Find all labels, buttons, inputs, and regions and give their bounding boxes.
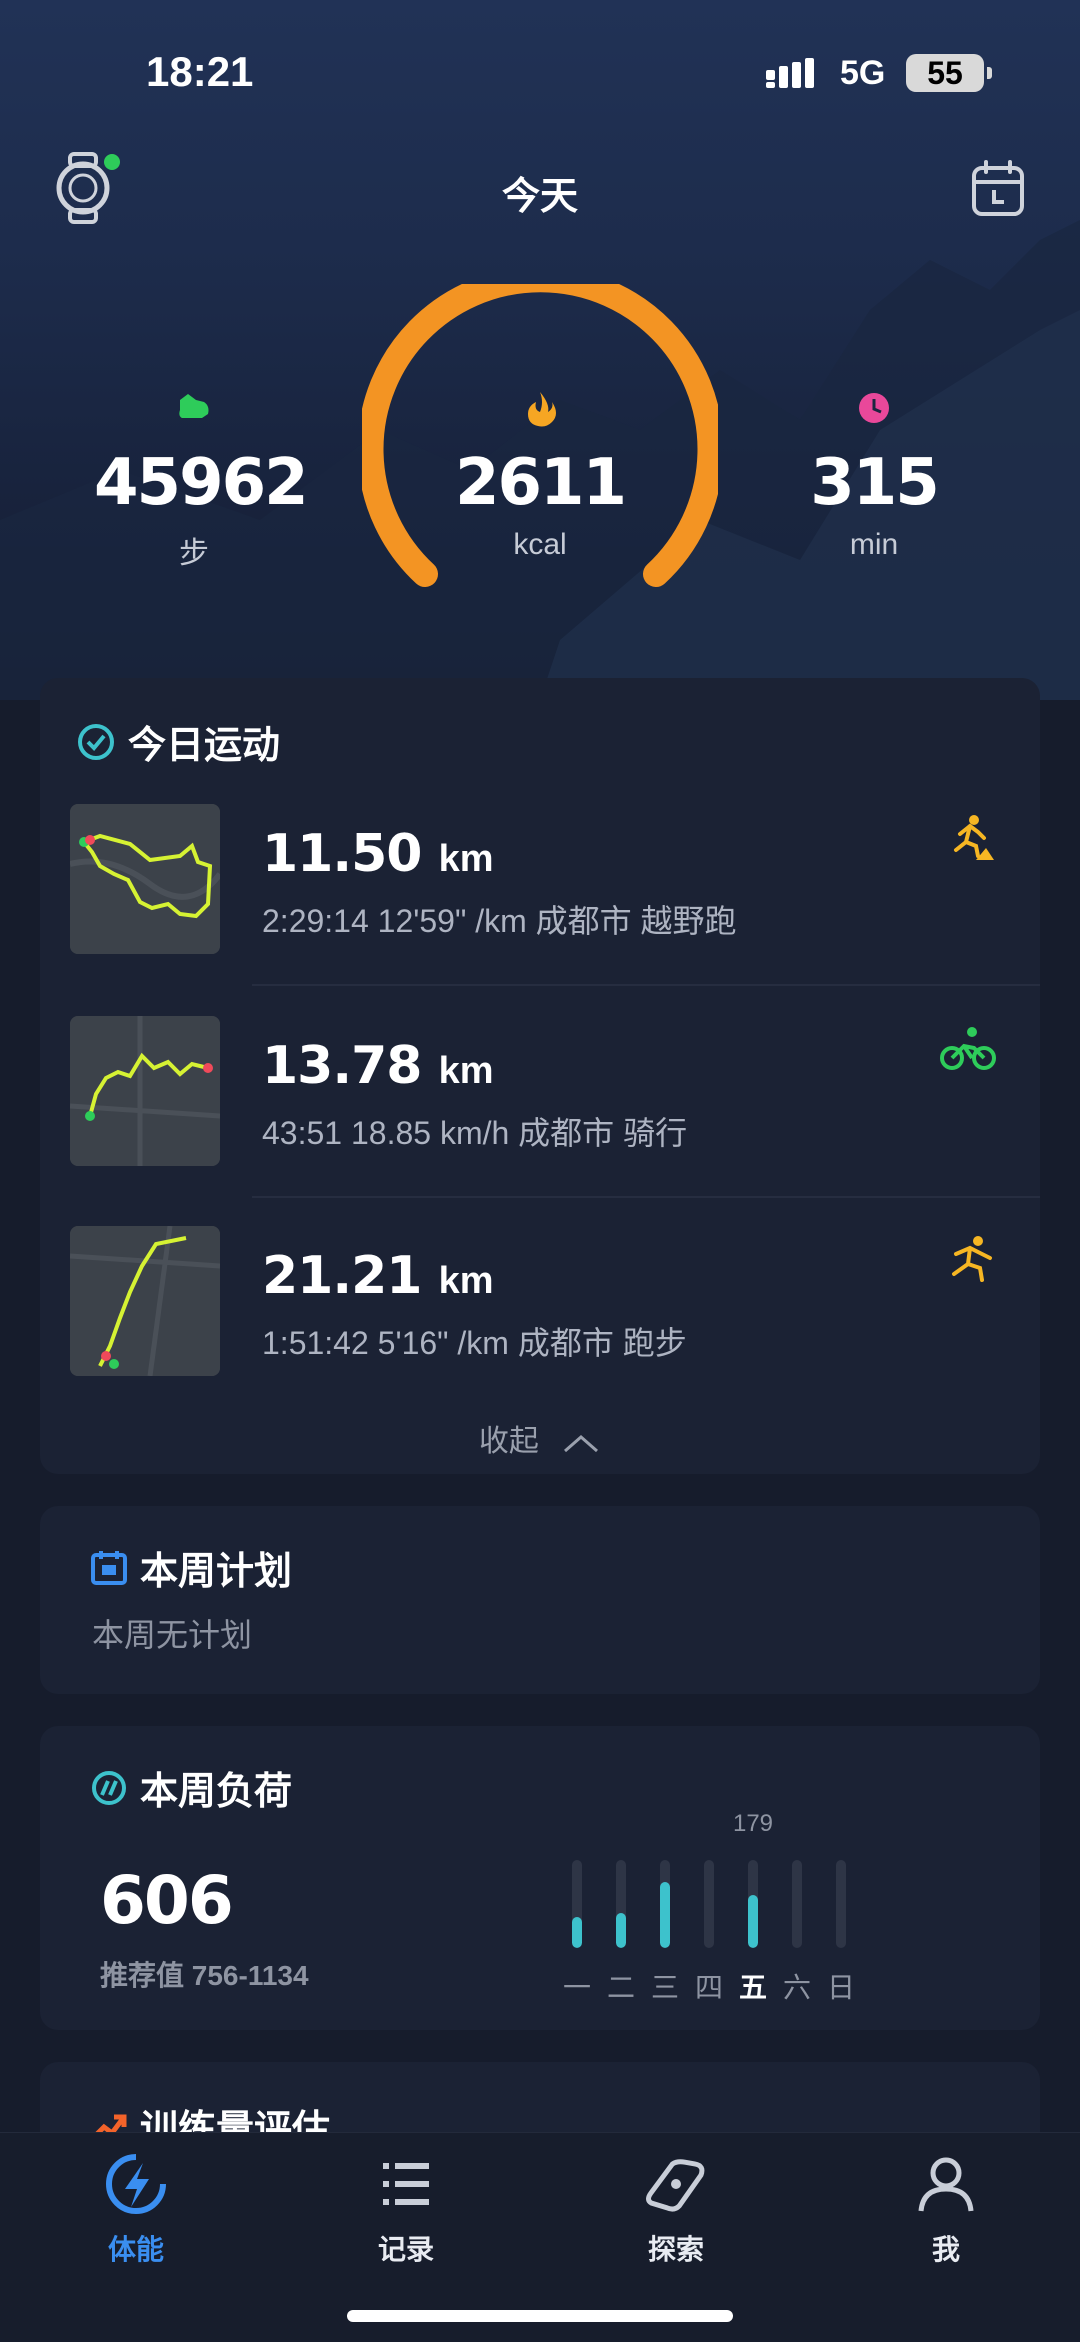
tab-records[interactable]: 记录 [336, 2153, 476, 2268]
signal-icon [766, 58, 814, 88]
card-title: 今日运动 [128, 725, 281, 767]
shoe-icon [179, 394, 209, 418]
tab-label: 探索 [647, 2234, 704, 2265]
route-map-thumbnail [70, 804, 220, 954]
load-value: 606 [100, 1862, 234, 1939]
cycling-icon [940, 1027, 996, 1070]
activity-detail: 1:51:42 5'16" /km 成都市 跑步 [262, 1325, 687, 1361]
steps-unit: 步 [179, 537, 209, 570]
page-title: 今天 [501, 176, 578, 218]
duration-stat[interactable]: 315 min [774, 388, 974, 562]
day-label: 五 [738, 1972, 767, 2003]
day-label: 六 [782, 1972, 811, 2003]
weekly-plan-card[interactable]: 本周计划 本周无计划 [40, 1506, 1040, 1694]
card-header: 今日运动 [76, 714, 280, 769]
activity-item[interactable]: 11.50 km 2:29:14 12'59" /km 成都市 越野跑 [40, 804, 1040, 1014]
day-label: 三 [650, 1972, 679, 2003]
tab-label: 我 [931, 2234, 960, 2265]
divider [252, 984, 1040, 986]
duration-unit: min [849, 528, 899, 561]
collapse-label: 收起 [478, 1425, 539, 1458]
activity-distance: 13.78 km [262, 1036, 494, 1096]
trail-run-icon [954, 815, 994, 860]
activity-item[interactable]: 21.21 km 1:51:42 5'16" /km 成都市 跑步 [40, 1226, 1040, 1436]
battery-indicator: 55 [906, 54, 992, 92]
card-title: 本周负荷 [140, 1771, 293, 1813]
activity-detail: 43:51 18.85 km/h 成都市 骑行 [262, 1115, 688, 1151]
card-title: 本周计划 [140, 1551, 293, 1593]
list-icon [383, 2163, 429, 2205]
tab-label: 记录 [377, 2234, 434, 2265]
calories-value: 2611 [454, 446, 627, 520]
clock: 18:21 [146, 48, 254, 95]
tab-fitness[interactable]: 体能 [66, 2153, 206, 2268]
route-map-thumbnail [70, 1226, 220, 1376]
activity-distance: 11.50 km [262, 824, 494, 884]
check-circle-icon [78, 723, 114, 760]
calories-stat[interactable]: 2611 kcal [440, 388, 640, 562]
activity-item[interactable]: 13.78 km 43:51 18.85 km/h 成都市 骑行 [40, 1016, 1040, 1226]
day-load-fill [660, 1882, 670, 1948]
day-load-fill [748, 1895, 758, 1948]
card-header: 本周负荷 [90, 1760, 292, 1815]
card-header: 本周计划 [90, 1540, 292, 1595]
calories-unit: kcal [513, 528, 567, 561]
day-label: 一 [562, 1972, 591, 2003]
day-load-fill [572, 1917, 582, 1948]
day-label: 四 [694, 1972, 723, 2003]
day-load-bar [748, 1860, 758, 1948]
flame-icon [528, 392, 556, 427]
duration-value: 315 [810, 446, 940, 520]
status-bar: 18:21 5G 55 [0, 40, 1080, 110]
load-gauge-icon [92, 1770, 126, 1805]
day-load-bar [836, 1860, 846, 1948]
plan-calendar-icon [91, 1550, 127, 1585]
day-label: 二 [606, 1972, 635, 2003]
day-load-bar [572, 1860, 582, 1948]
home-indicator[interactable] [347, 2310, 733, 2322]
empty-plan-text: 本周无计划 [92, 1617, 253, 1653]
running-icon [952, 1236, 992, 1282]
day-load-fill [616, 1913, 626, 1948]
steps-stat[interactable]: 45962 步 [94, 388, 309, 572]
day-load-bar [792, 1860, 802, 1948]
chevron-up-icon [564, 1435, 599, 1453]
tab-explore[interactable]: 探索 [606, 2153, 746, 2268]
tab-me[interactable]: 我 [876, 2153, 1016, 2268]
highlight-value: 179 [732, 1810, 774, 1837]
fitness-bolt-icon [106, 2154, 166, 2214]
day-label: 日 [826, 1972, 855, 2003]
user-icon [918, 2157, 974, 2212]
compass-icon [645, 2159, 705, 2212]
route-map-thumbnail [70, 1016, 220, 1166]
calendar-icon[interactable] [970, 158, 1026, 218]
activity-detail: 2:29:14 12'59" /km 成都市 越野跑 [262, 903, 737, 939]
weekly-load-card[interactable]: 本周负荷 606 推荐值 756-1134 一二三四五六日 179 [40, 1726, 1040, 2030]
recommended-range: 推荐值 756-1134 [100, 1960, 309, 1991]
day-load-bar [660, 1860, 670, 1948]
divider [252, 1196, 1040, 1198]
activity-distance: 21.21 km [262, 1246, 494, 1306]
today-activities-card: 今日运动 11.50 km 2:29:14 12'59" /km 成都市 越野跑 [40, 678, 1040, 1474]
clock-icon [859, 393, 889, 423]
collapse-button[interactable]: 收起 [40, 1416, 1040, 1460]
network-type: 5G [840, 54, 886, 92]
steps-value: 45962 [94, 446, 309, 520]
tab-label: 体能 [107, 2234, 164, 2265]
day-load-bar [616, 1860, 626, 1948]
day-load-bar [704, 1860, 714, 1948]
